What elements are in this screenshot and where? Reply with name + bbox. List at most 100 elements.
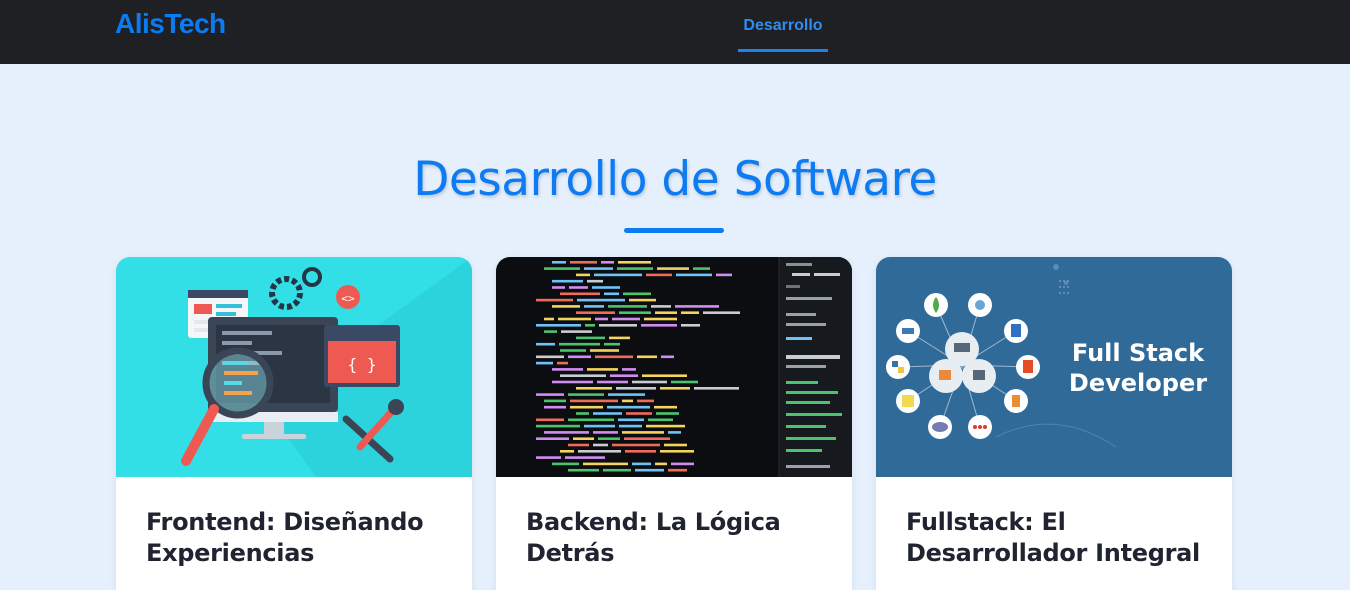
code-line-segment: [623, 292, 651, 296]
code-line-segment: [585, 324, 595, 327]
code-line-segment: [552, 368, 583, 371]
code-line-segment: [570, 405, 603, 409]
code-line-segment: [617, 267, 653, 270]
code-line-segment: [661, 355, 674, 359]
code-line-segment: [664, 443, 687, 447]
code-line-segment: [536, 456, 561, 459]
code-line-segment: [552, 380, 593, 384]
svg-text:{ }: { }: [348, 355, 377, 374]
code-line-segment: [681, 324, 700, 327]
svg-text:<>: <>: [341, 292, 355, 305]
card-title-line: Desarrollador Integral: [906, 539, 1200, 567]
code-line-segment: [544, 330, 557, 333]
code-line-segment: [560, 374, 606, 377]
code-line-segment: [561, 330, 592, 333]
code-line-segment: [651, 305, 671, 308]
fullstack-diagram-image: Full Stack Developer: [876, 257, 1232, 477]
code-line-segment: [716, 273, 732, 277]
code-line-segment: [597, 380, 628, 384]
code-line-segment: [619, 424, 642, 428]
brand-logo[interactable]: AlisTech: [115, 8, 226, 40]
code-line-segment: [593, 443, 608, 447]
code-line-segment: [703, 311, 740, 314]
code-line-segment: [544, 317, 554, 321]
code-line-segment: [592, 286, 620, 289]
code-line-segment: [594, 273, 642, 277]
code-line-segment: [544, 431, 589, 434]
code-line-segment: [593, 431, 618, 434]
frontend-illustration-image: <> { }: [116, 257, 472, 477]
code-line-segment: [558, 317, 591, 321]
code-line-segment: [648, 418, 673, 422]
code-line-segment: [565, 456, 605, 459]
code-line-segment: [618, 418, 644, 422]
code-line-segment: [601, 261, 614, 264]
code-line-segment: [622, 368, 636, 371]
card-title-line: Experiencias: [146, 539, 315, 567]
code-line-segment: [568, 393, 604, 396]
card-title: Frontend: Diseñando Experiencias: [146, 507, 456, 569]
code-line-segment: [618, 261, 651, 264]
code-line-segment: [536, 298, 573, 302]
code-line-segment: [536, 361, 553, 365]
code-line-segment: [637, 399, 654, 403]
code-line-segment: [622, 399, 633, 403]
card-frontend[interactable]: <> { } Frontend: Diseñando Experiencias: [116, 257, 472, 590]
code-line-segment: [568, 355, 591, 359]
code-line-segment: [668, 431, 681, 434]
code-line-segment: [577, 298, 625, 302]
active-tab-indicator: [738, 49, 828, 52]
code-line-segment: [607, 405, 650, 409]
code-line-segment: [593, 412, 622, 415]
code-line-segment: [552, 286, 565, 289]
card-backend[interactable]: Backend: La Lógica Detrás: [496, 257, 852, 590]
code-line-segment: [610, 374, 638, 377]
code-line-segment: [560, 349, 586, 352]
code-line-segment: [632, 462, 651, 466]
card-fullstack[interactable]: Full Stack Developer Fullstack: El Desar…: [876, 257, 1232, 590]
code-line-segment: [644, 317, 677, 321]
code-line-segment: [552, 279, 583, 283]
code-line-segment: [569, 286, 588, 289]
code-line-segment: [552, 462, 579, 466]
code-line-segment: [576, 412, 589, 415]
card-title-line: Detrás: [526, 539, 615, 567]
code-line-segment: [568, 443, 589, 447]
code-line-segment: [570, 399, 618, 403]
code-line-segment: [655, 462, 667, 466]
card-title-line: Backend: La Lógica: [526, 508, 781, 536]
card-title-line: Fullstack: El: [906, 508, 1066, 536]
code-line-segment: [536, 424, 580, 428]
code-line-segment: [552, 261, 566, 264]
code-line-segment: [612, 317, 640, 321]
code-line-segment: [660, 387, 690, 390]
nav-link-desarrollo[interactable]: Desarrollo: [738, 14, 828, 52]
code-line-segment: [559, 342, 600, 346]
code-line-segment: [646, 273, 672, 277]
code-line-segment: [544, 399, 566, 403]
code-line-segment: [612, 443, 660, 447]
code-line-segment: [536, 418, 564, 422]
code-line-segment: [694, 387, 739, 390]
code-line-segment: [587, 368, 618, 371]
code-line-segment: [681, 311, 699, 314]
code-line-segment: [568, 468, 599, 472]
code-line-segment: [544, 267, 580, 270]
card-title: Backend: La Lógica Detrás: [526, 507, 836, 569]
code-line-segment: [536, 324, 581, 327]
code-line-segment: [657, 267, 689, 270]
code-line-segment: [552, 305, 580, 308]
code-line-segment: [622, 431, 664, 434]
code-line-segment: [608, 393, 645, 396]
code-line-segment: [578, 450, 621, 453]
code-line-segment: [536, 393, 564, 396]
code-line-segment: [557, 361, 568, 365]
code-line-segment: [668, 468, 687, 472]
code-line-segment: [560, 450, 574, 453]
code-line-segment: [576, 311, 615, 314]
code-line-segment: [654, 405, 677, 409]
code-line-segment: [584, 267, 613, 270]
code-line-segment: [595, 317, 608, 321]
code-line-segment: [641, 324, 677, 327]
code-line-segment: [536, 437, 569, 440]
